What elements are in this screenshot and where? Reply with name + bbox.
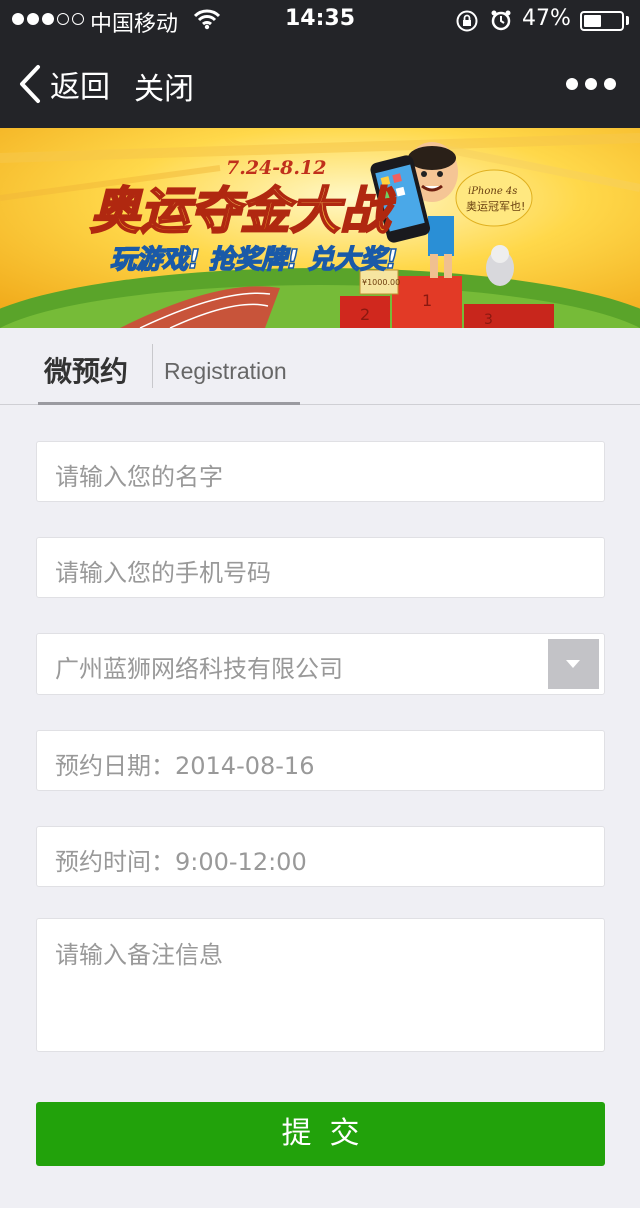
promo-banner[interactable]: 2 1 3 ¥1000.00 iPhone 4s 奥运冠军也! 7.24-8.1…: [0, 128, 640, 328]
tab-active-indicator: [38, 402, 300, 405]
chevron-down-icon: [566, 660, 580, 668]
phone-placeholder: 请输入您的手机号码: [55, 559, 271, 587]
nav-bar: 返回 关闭: [0, 40, 640, 128]
tab-divider: [152, 344, 153, 388]
battery-cap: [626, 16, 629, 25]
tab-micro-booking[interactable]: 微预约: [44, 350, 128, 390]
tab-registration[interactable]: Registration: [164, 358, 287, 385]
chevron-left-icon: [20, 65, 40, 103]
svg-text:1: 1: [422, 291, 432, 310]
svg-text:奥运夺金大战: 奥运夺金大战: [90, 182, 396, 240]
svg-text:3: 3: [484, 312, 493, 328]
company-selected-value: 广州蓝狮网络科技有限公司: [55, 655, 343, 683]
svg-text:¥1000.00: ¥1000.00: [362, 278, 400, 287]
banner-image: 2 1 3 ¥1000.00 iPhone 4s 奥运冠军也! 7.24-8.1…: [0, 128, 640, 328]
page-tabs: 微预约 Registration: [0, 328, 640, 405]
date-field[interactable]: 预约日期：2014-08-16: [36, 730, 605, 791]
name-input[interactable]: 请输入您的名字: [36, 441, 605, 502]
phone-input[interactable]: 请输入您的手机号码: [36, 537, 605, 598]
back-button[interactable]: 返回: [18, 62, 110, 106]
note-placeholder: 请输入备注信息: [55, 941, 223, 969]
note-textarea[interactable]: 请输入备注信息: [36, 918, 605, 1052]
close-button[interactable]: 关闭: [134, 64, 194, 108]
svg-text:iPhone 4s: iPhone 4s: [468, 186, 517, 197]
rotation-lock-icon: [456, 10, 478, 32]
svg-text:玩游戏! 抢奖牌! 兑大奖!: 玩游戏! 抢奖牌! 兑大奖!: [110, 245, 398, 275]
submit-button[interactable]: 提交: [36, 1102, 605, 1166]
status-bar: 中国移动 14:35 47%: [0, 0, 640, 40]
date-value: 预约日期：2014-08-16: [55, 752, 315, 780]
more-dots-icon[interactable]: [566, 78, 616, 90]
dropdown-button[interactable]: [548, 639, 599, 689]
svg-text:奥运冠军也!: 奥运冠军也!: [466, 199, 525, 213]
back-label: 返回: [50, 70, 110, 105]
name-placeholder: 请输入您的名字: [55, 463, 223, 491]
alarm-icon: [491, 10, 511, 31]
time-field[interactable]: 预约时间：9:00-12:00: [36, 826, 605, 887]
svg-text:2: 2: [360, 305, 370, 324]
battery-percent: 47%: [522, 6, 571, 31]
svg-text:7.24-8.12: 7.24-8.12: [226, 157, 326, 179]
battery-icon: [580, 11, 624, 31]
time-value: 预约时间：9:00-12:00: [55, 848, 307, 876]
company-select[interactable]: 广州蓝狮网络科技有限公司: [36, 633, 605, 695]
